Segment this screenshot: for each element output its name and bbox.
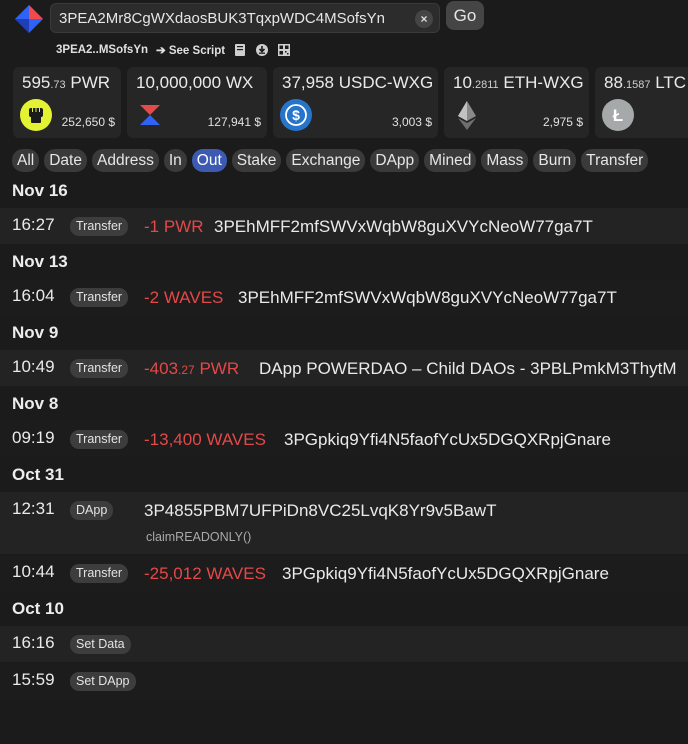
filter-all[interactable]: All — [12, 149, 40, 172]
tx-type-badge[interactable]: Transfer — [70, 288, 129, 307]
tx-time: 16:27 — [12, 215, 55, 234]
date-header: Nov 9 — [12, 323, 59, 342]
filter-transfer[interactable]: Transfer — [581, 149, 649, 172]
tx-type-badge[interactable]: Set Data — [70, 635, 131, 654]
filter-stake[interactable]: Stake — [231, 149, 282, 172]
asset-card-pwr[interactable]: 595.73 PWR 252,650 $ — [13, 67, 121, 138]
ltc-icon: Ł — [602, 99, 634, 131]
tx-target[interactable]: 3P4855PBM7UFPiDn8VC25LvqK8Yr9v5BawT — [144, 501, 496, 521]
search-input[interactable] — [59, 7, 409, 29]
asset-amount: 10.2811 ETH-WXG — [453, 73, 584, 92]
asset-usd: 127,941 $ — [207, 115, 261, 129]
transaction-row[interactable]: 15:59 Set DApp — [0, 663, 688, 700]
header: × Go 3PEA2..MSofsYn ➔ See Script — [0, 0, 688, 62]
tx-time: 10:44 — [12, 562, 55, 581]
date-header: Oct 31 — [12, 465, 64, 484]
asset-usd: 252,650 $ — [61, 115, 115, 129]
transaction-feed: Nov 16 16:27 Transfer -1 PWR 3PEhMFF2mfS… — [0, 174, 688, 700]
date-header: Nov 13 — [12, 252, 68, 271]
wx-icon — [140, 105, 160, 125]
tx-type-badge[interactable]: Transfer — [70, 217, 129, 236]
tx-time: 09:19 — [12, 428, 55, 447]
tx-amount: -403.27 PWR — [144, 359, 240, 378]
clear-button[interactable]: × — [415, 10, 433, 28]
tx-target[interactable]: 3PEhMFF2mfSWVxWqbW8guXVYcNeoW77ga7T — [238, 288, 617, 308]
asset-card-usdc[interactable]: 37,958 USDC-WXG $ 3,003 $ — [273, 67, 438, 138]
tx-amount: -13,400 WAVES — [144, 430, 266, 449]
svg-text:Ł: Ł — [613, 106, 623, 125]
filter-bar: All Date Address In Out Stake Exchange D… — [12, 149, 649, 172]
transaction-row[interactable]: 10:44 Transfer -25,012 WAVES 3PGpkiq9Yfi… — [0, 555, 688, 592]
filter-address[interactable]: Address — [91, 149, 159, 172]
asset-card-wx[interactable]: 10,000,000 WX 127,941 $ — [127, 67, 267, 138]
tx-target[interactable]: 3PGpkiq9Yfi4N5faofYcUx5DGQXRpjGnare — [284, 430, 611, 450]
date-header: Oct 10 — [12, 599, 64, 618]
usdc-icon: $ — [280, 99, 312, 131]
see-script-link[interactable]: ➔ See Script — [156, 43, 225, 57]
address-short: 3PEA2..MSofsYn — [56, 44, 149, 56]
transaction-row[interactable]: 09:19 Transfer -13,400 WAVES 3PGpkiq9Yfi… — [0, 421, 688, 458]
tx-type-badge[interactable]: Transfer — [70, 430, 129, 449]
date-header: Nov 16 — [12, 181, 68, 200]
tx-type-badge[interactable]: Set DApp — [70, 672, 136, 691]
filter-date[interactable]: Date — [44, 149, 87, 172]
asset-amount: 37,958 USDC-WXG — [282, 73, 434, 92]
waves-logo-icon[interactable] — [14, 4, 44, 34]
filter-mass[interactable]: Mass — [481, 149, 529, 172]
tx-target[interactable]: 3PEhMFF2mfSWVxWqbW8guXVYcNeoW77ga7T — [214, 217, 593, 237]
asset-amount: 595.73 PWR — [22, 73, 111, 92]
asset-amount: 10,000,000 WX — [136, 73, 254, 92]
asset-card-eth[interactable]: 10.2811 ETH-WXG 2,975 $ — [444, 67, 589, 138]
transaction-row[interactable]: 16:16 Set Data — [0, 626, 688, 663]
tx-amount: -1 PWR — [144, 217, 204, 236]
asset-card-ltc[interactable]: 88.1587 LTC Ł — [595, 67, 688, 138]
filter-dapp[interactable]: DApp — [370, 149, 420, 172]
tx-time: 12:31 — [12, 499, 55, 518]
tx-type-badge[interactable]: DApp — [70, 501, 114, 520]
tx-type-badge[interactable]: Transfer — [70, 564, 129, 583]
tx-amount: -25,012 WAVES — [144, 564, 266, 583]
date-header: Nov 8 — [12, 394, 59, 413]
tx-target[interactable]: 3PGpkiq9Yfi4N5faofYcUx5DGQXRpjGnare — [282, 564, 609, 584]
transaction-row[interactable]: 16:04 Transfer -2 WAVES 3PEhMFF2mfSWVxWq… — [0, 279, 688, 316]
search-box: × — [50, 3, 440, 33]
transaction-row[interactable]: 16:27 Transfer -1 PWR 3PEhMFF2mfSWVxWqbW… — [0, 208, 688, 245]
qr-code-icon[interactable] — [277, 43, 291, 57]
transaction-row[interactable]: 12:31 DApp 3P4855PBM7UFPiDn8VC25LvqK8Yr9… — [0, 492, 688, 555]
svg-text:$: $ — [292, 107, 300, 123]
tx-time: 10:49 — [12, 357, 55, 376]
eth-icon — [458, 101, 476, 130]
book-icon[interactable] — [233, 43, 247, 57]
filter-mined[interactable]: Mined — [424, 149, 477, 172]
asset-usd: 2,975 $ — [542, 115, 583, 129]
asset-cards: 595.73 PWR 252,650 $ 10,000,000 WX 127,9… — [13, 67, 688, 138]
tx-amount: -2 WAVES — [144, 288, 224, 307]
asset-amount: 88.1587 LTC — [604, 73, 687, 92]
filter-burn[interactable]: Burn — [533, 149, 577, 172]
go-button[interactable]: Go — [446, 1, 484, 30]
filter-in[interactable]: In — [163, 149, 187, 172]
tx-type-badge[interactable]: Transfer — [70, 359, 129, 378]
address-subline: 3PEA2..MSofsYn ➔ See Script — [56, 42, 291, 58]
filter-exchange[interactable]: Exchange — [286, 149, 366, 172]
tx-time: 15:59 — [12, 670, 55, 689]
tx-target[interactable]: DApp POWERDAO – Child DAOs - 3PBLPmkM3Th… — [259, 359, 677, 379]
transaction-row[interactable]: 10:49 Transfer -403.27 PWR DApp POWERDAO… — [0, 350, 688, 387]
tx-time: 16:04 — [12, 286, 55, 305]
tx-function-call: claimREADONLY() — [146, 530, 252, 544]
download-icon[interactable] — [255, 43, 269, 57]
tx-time: 16:16 — [12, 633, 55, 652]
filter-out[interactable]: Out — [191, 149, 227, 172]
fist-icon — [20, 99, 52, 131]
asset-usd: 3,003 $ — [391, 115, 432, 129]
